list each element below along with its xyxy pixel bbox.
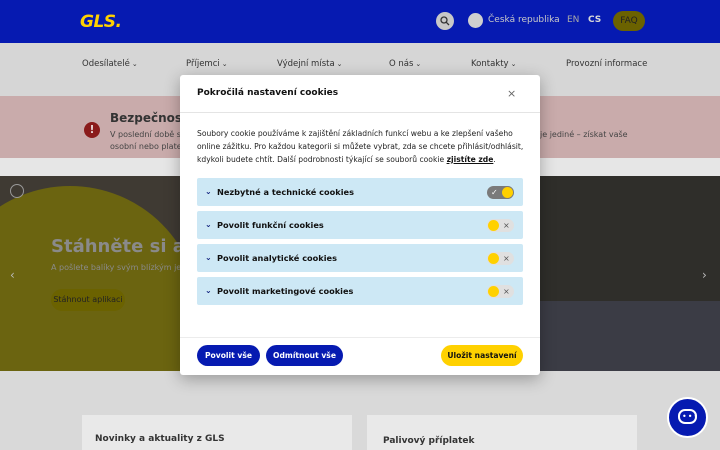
chevron-down-icon: ⌄ bbox=[205, 187, 212, 196]
accordion-label: Povolit marketingové cookies bbox=[217, 286, 354, 296]
accordion-label: Povolit analytické cookies bbox=[217, 253, 337, 263]
chevron-down-icon: ⌄ bbox=[205, 220, 212, 229]
reject-all-button[interactable]: Odmítnout vše bbox=[266, 345, 343, 366]
accordion-marketing-cookies[interactable]: ⌄ Povolit marketingové cookies × bbox=[197, 277, 523, 305]
toggle-marketing-cookies[interactable]: × bbox=[487, 285, 514, 298]
accordion-label: Povolit funkční cookies bbox=[217, 220, 324, 230]
chevron-down-icon: ⌄ bbox=[205, 286, 212, 295]
x-icon: × bbox=[503, 254, 510, 263]
accordion-functional-cookies[interactable]: ⌄ Povolit funkční cookies × bbox=[197, 211, 523, 239]
close-icon[interactable]: × bbox=[507, 87, 516, 100]
accordion-label: Nezbytné a technické cookies bbox=[217, 187, 354, 197]
learn-more-link[interactable]: zjistíte zde bbox=[447, 155, 494, 164]
toggle-knob bbox=[502, 187, 513, 198]
dialog-header: Pokročilá nastavení cookies × bbox=[180, 75, 540, 113]
chat-dots: ••• bbox=[682, 412, 700, 421]
x-icon: × bbox=[503, 287, 510, 296]
dialog-description: Soubory cookie používáme k zajištění zák… bbox=[197, 129, 524, 164]
accordion-analytics-cookies[interactable]: ⌄ Povolit analytické cookies × bbox=[197, 244, 523, 272]
toggle-necessary-cookies[interactable]: ✓ bbox=[487, 186, 514, 199]
dialog-title: Pokročilá nastavení cookies bbox=[197, 88, 339, 98]
toggle-analytics-cookies[interactable]: × bbox=[487, 252, 514, 265]
check-icon: ✓ bbox=[491, 188, 498, 197]
accordion-necessary-cookies[interactable]: ⌄ Nezbytné a technické cookies ✓ bbox=[197, 178, 523, 206]
chat-button[interactable]: ••• bbox=[667, 397, 708, 438]
save-settings-button[interactable]: Uložit nastavení bbox=[441, 345, 523, 366]
x-icon: × bbox=[503, 221, 510, 230]
allow-all-button[interactable]: Povolit vše bbox=[197, 345, 260, 366]
chevron-down-icon: ⌄ bbox=[205, 253, 212, 262]
toggle-knob bbox=[488, 286, 499, 297]
cookie-settings-dialog: Pokročilá nastavení cookies × Soubory co… bbox=[180, 75, 540, 375]
toggle-functional-cookies[interactable]: × bbox=[487, 219, 514, 232]
toggle-knob bbox=[488, 220, 499, 231]
toggle-knob bbox=[488, 253, 499, 264]
